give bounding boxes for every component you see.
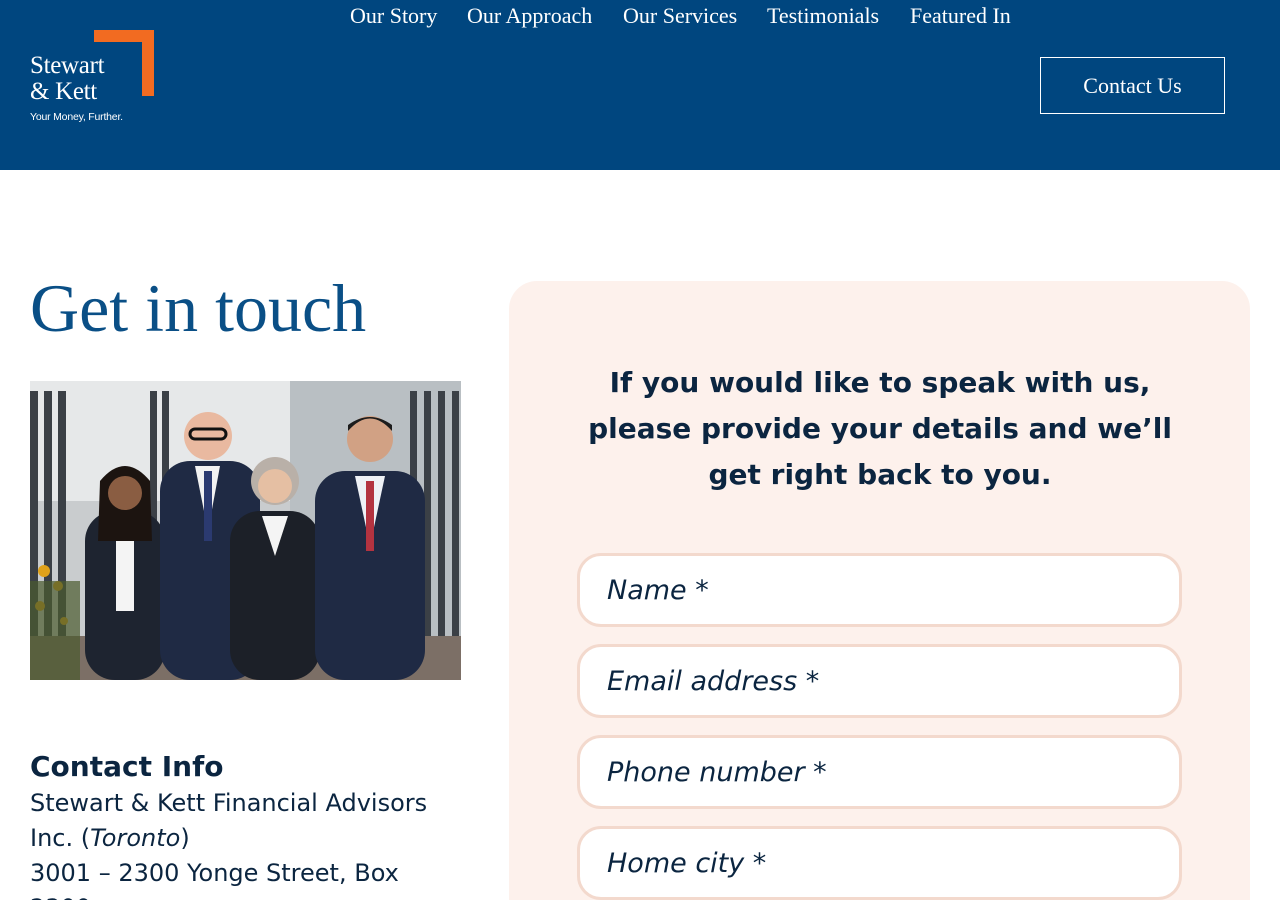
logo-word-stewart: Stewart xyxy=(30,52,105,79)
nav-our-approach[interactable]: Our Approach xyxy=(467,0,592,32)
company-name-line: Stewart & Kett Financial Advisors xyxy=(30,789,428,817)
address-line-1: 3001 – 2300 Yonge Street, Box xyxy=(30,859,399,887)
contact-us-button[interactable]: Contact Us xyxy=(1040,57,1225,114)
home-city-input[interactable] xyxy=(577,826,1182,900)
email-input[interactable] xyxy=(577,644,1182,718)
office-city: Toronto xyxy=(90,824,181,852)
nav-testimonials[interactable]: Testimonials xyxy=(767,0,879,32)
team-photo xyxy=(30,381,461,680)
phone-input[interactable] xyxy=(577,735,1182,809)
address-line-2: 2300 xyxy=(30,891,470,900)
close-paren: ) xyxy=(180,824,190,852)
company-name-line-2: Inc. (Toronto) xyxy=(30,821,470,856)
contact-info-heading: Contact Info xyxy=(30,750,224,783)
site-header: Stewart & Kett Your Money, Further. Our … xyxy=(0,0,1280,170)
nav-our-services[interactable]: Our Services xyxy=(623,0,737,32)
company-suffix: Inc. ( xyxy=(30,824,91,852)
logo-word-kett: & Kett xyxy=(30,78,97,105)
form-intro-text: If you would like to speak with us, plea… xyxy=(588,366,1172,491)
nav-featured-in[interactable]: Featured In xyxy=(910,0,1011,32)
page-title: Get in touch xyxy=(30,270,367,346)
stewart-kett-logo[interactable]: Stewart & Kett Your Money, Further. xyxy=(30,30,154,126)
nav-our-story[interactable]: Our Story xyxy=(350,0,437,32)
name-input[interactable] xyxy=(577,553,1182,627)
logo-tagline: Your Money, Further. xyxy=(30,111,123,123)
